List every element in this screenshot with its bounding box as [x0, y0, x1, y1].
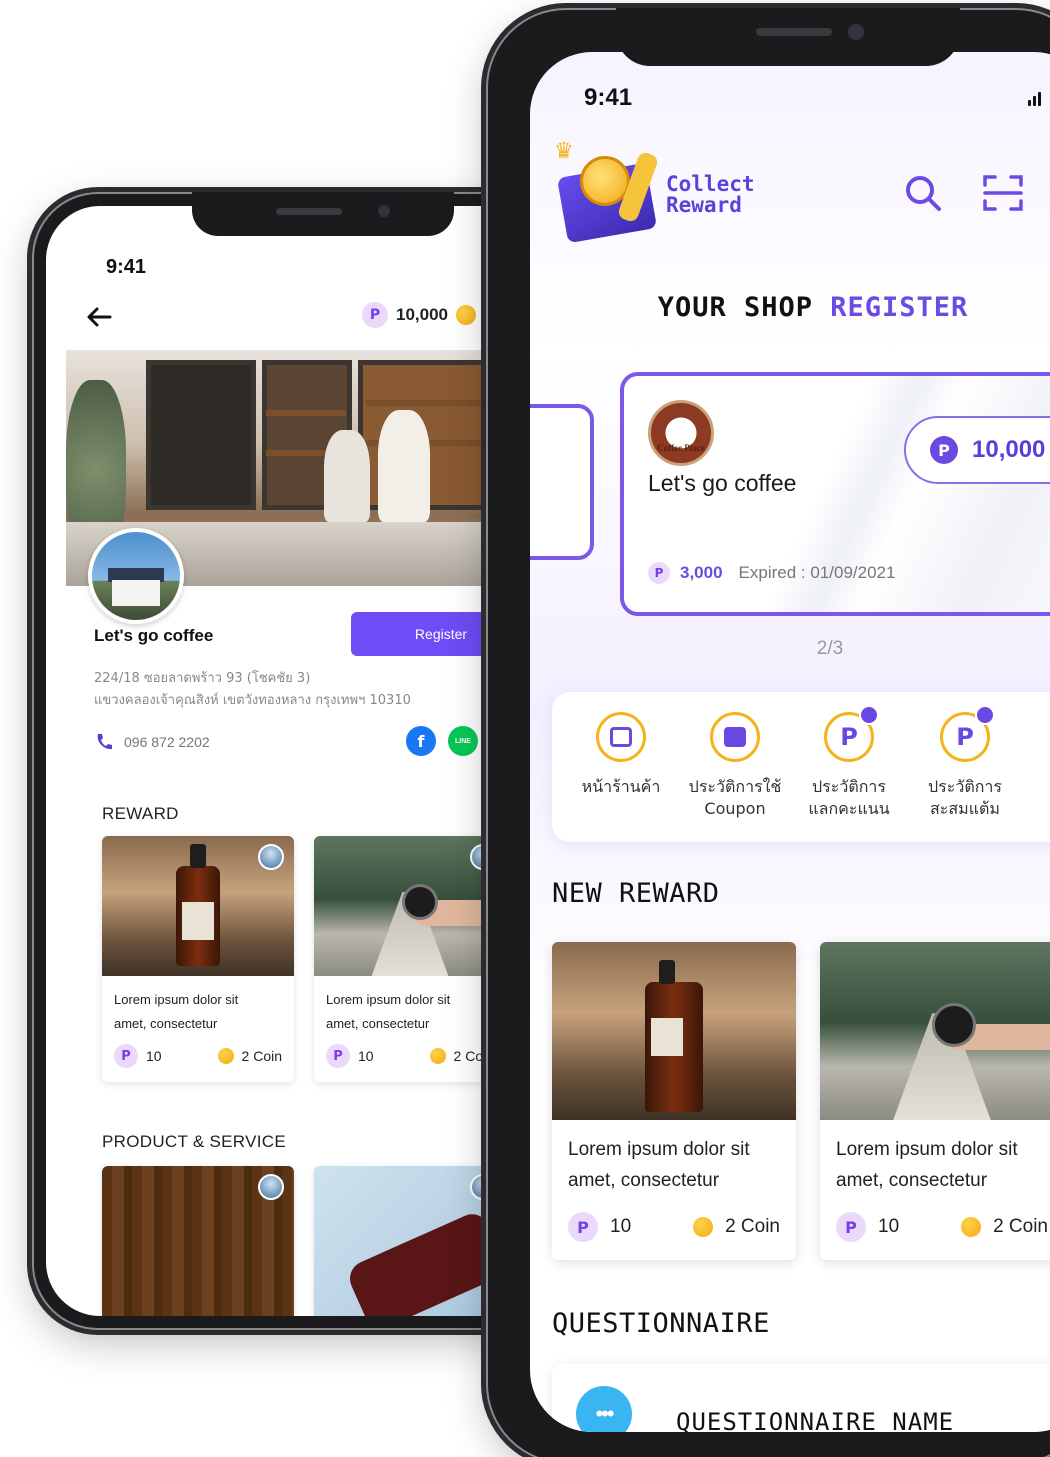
reward-points: 10 [878, 1216, 900, 1237]
points-redeem-icon: P [824, 705, 879, 762]
shop-name: Let's go coffee [94, 626, 214, 645]
product-card[interactable] [314, 1166, 506, 1316]
collect-reward-logo: ♛ Collect Reward [550, 136, 755, 246]
shop-logo: Coffee Place [648, 400, 714, 466]
points-balance: 10,000 [972, 436, 1046, 463]
phone-number: 096 872 2202 [124, 734, 210, 750]
reward-title: Lorem ipsum dolor sit amet, consectetur [114, 992, 239, 1031]
phone-notch [192, 192, 454, 236]
coupon-icon [710, 712, 760, 762]
line-icon[interactable]: LINE [448, 726, 478, 756]
reward-card[interactable]: Lorem ipsum dolor sit amet, consectetur … [552, 942, 796, 1260]
questionnaire-card[interactable]: ••• QUESTIONNAIRE NAME [552, 1364, 1050, 1432]
storefront-icon [596, 712, 646, 762]
reward-points: 10 [358, 1048, 374, 1064]
section-title-reward: REWARD [102, 804, 179, 823]
logo-line-2: Reward [666, 193, 742, 217]
points-icon: P [362, 302, 388, 328]
menu-item-redeem-history[interactable]: P ประวัติการ แลกคะแนน [794, 705, 904, 820]
carousel-pager: 2/3 [816, 638, 844, 659]
reward-coin: 2 Coin [993, 1216, 1048, 1237]
shop-detail-screen: 9:41 P 10,000 Let's go coffee Register 2… [46, 206, 538, 1316]
reward-coin: 2 Coin [241, 1048, 282, 1064]
shop-phone[interactable]: 096 872 2202 [94, 732, 210, 752]
reward-image [314, 836, 506, 976]
menu-item-storefront[interactable]: หน้าร้านค้า [566, 712, 676, 798]
shop-points: 3,000 [680, 563, 723, 582]
reward-card[interactable]: Lorem ipsum dolor sit amet, consectetur … [314, 836, 506, 1082]
home-phone-frame: 9:41 ♛ Collect Reward YOUR SHOP REGISTER… [486, 8, 1050, 1457]
signal-icon [1028, 92, 1041, 106]
points-icon: P [648, 562, 670, 584]
menu-item-collect-history[interactable]: P ประวัติการ สะสมแต้ม [910, 705, 1020, 820]
product-card[interactable] [102, 1166, 294, 1316]
status-time: 9:41 [106, 256, 147, 278]
points-icon: P [326, 1044, 350, 1068]
card-footer: P 3,000 Expired : 01/09/2021 [648, 562, 895, 584]
quick-menu: หน้าร้านค้า ประวัติการใช้ Coupon P ประวัต… [552, 692, 1050, 842]
coin-icon [456, 305, 476, 325]
shop-address: 224/18 ซอยลาดพร้าว 93 (โชคชัย 3) แขวงคลอ… [94, 668, 411, 712]
search-icon[interactable] [902, 172, 944, 214]
crown-icon: ♛ [554, 138, 574, 163]
coin-icon [429, 1048, 446, 1064]
reward-card[interactable]: Lorem ipsum dolor sit amet, consectetur … [820, 942, 1050, 1260]
status-time: 9:41 [584, 84, 633, 111]
reward-coin: 2 Coin [725, 1216, 780, 1237]
reward-image [820, 942, 1050, 1120]
home-screen: 9:41 ♛ Collect Reward YOUR SHOP REGISTER… [530, 52, 1050, 1432]
reward-title: Lorem ipsum dolor sit amet, consectetur [326, 992, 451, 1031]
points-pill[interactable]: P 10,000 [904, 416, 1050, 484]
shop-card[interactable]: Coffee Place Let's go coffee P 10,000 P … [620, 372, 1050, 616]
questionnaire-name: QUESTIONNAIRE NAME [676, 1408, 955, 1432]
section-title-product-service: PRODUCT & SERVICE [102, 1132, 286, 1151]
expired-date: Expired : 01/09/2021 [738, 563, 896, 582]
points-value: 10,000 [396, 305, 448, 324]
product-image [314, 1166, 506, 1316]
heading-part-1: YOUR SHOP [657, 292, 813, 323]
coin-icon [961, 1217, 982, 1237]
points-collect-icon: P [940, 705, 995, 762]
section-title-questionnaire: QUESTIONNAIRE [552, 1308, 770, 1339]
reward-image [552, 942, 796, 1120]
shop-avatar [88, 528, 184, 624]
reward-card[interactable]: Lorem ipsum dolor sit amet, consectetur … [102, 836, 294, 1082]
chat-bubble-icon: ••• [576, 1386, 632, 1432]
address-line-1: 224/18 ซอยลาดพร้าว 93 (โชคชัย 3) [94, 671, 311, 686]
facebook-icon[interactable]: f [406, 726, 436, 756]
previous-shop-card[interactable] [530, 404, 594, 560]
product-image [102, 1166, 294, 1316]
reward-points: 10 [610, 1216, 632, 1237]
scan-icon[interactable] [982, 172, 1024, 214]
points-icon: P [568, 1212, 598, 1242]
shop-register-heading: YOUR SHOP REGISTER [530, 292, 1050, 323]
phone-notch [616, 8, 960, 66]
back-arrow-icon[interactable] [84, 302, 114, 332]
shop-card-name: Let's go coffee [648, 470, 797, 496]
points-icon: P [114, 1044, 138, 1068]
reward-points: 10 [146, 1048, 162, 1064]
shop-detail-phone-frame: 9:41 P 10,000 Let's go coffee Register 2… [32, 192, 552, 1330]
shop-tag-icon [258, 844, 284, 870]
address-line-2: แขวงคลองเจ้าคุณสิงห์ เขตวังทองหลาง กรุงเ… [94, 693, 411, 708]
phone-icon [97, 734, 112, 750]
points-balance: P 10,000 [362, 302, 476, 328]
section-title-new-reward: NEW REWARD [552, 878, 720, 909]
coin-icon [217, 1048, 234, 1064]
coin-icon [693, 1217, 714, 1237]
heading-part-2: REGISTER [830, 292, 969, 323]
points-icon: P [930, 436, 958, 464]
logo-line-1: Collect [666, 172, 755, 196]
points-icon: P [836, 1212, 866, 1242]
shop-tag-icon [258, 1174, 284, 1200]
reward-image [102, 836, 294, 976]
reward-title: Lorem ipsum dolor sit amet, consectetur [836, 1139, 1018, 1191]
reward-title: Lorem ipsum dolor sit amet, consectetur [568, 1139, 750, 1191]
menu-item-coupon-history[interactable]: ประวัติการใช้ Coupon [680, 712, 790, 820]
